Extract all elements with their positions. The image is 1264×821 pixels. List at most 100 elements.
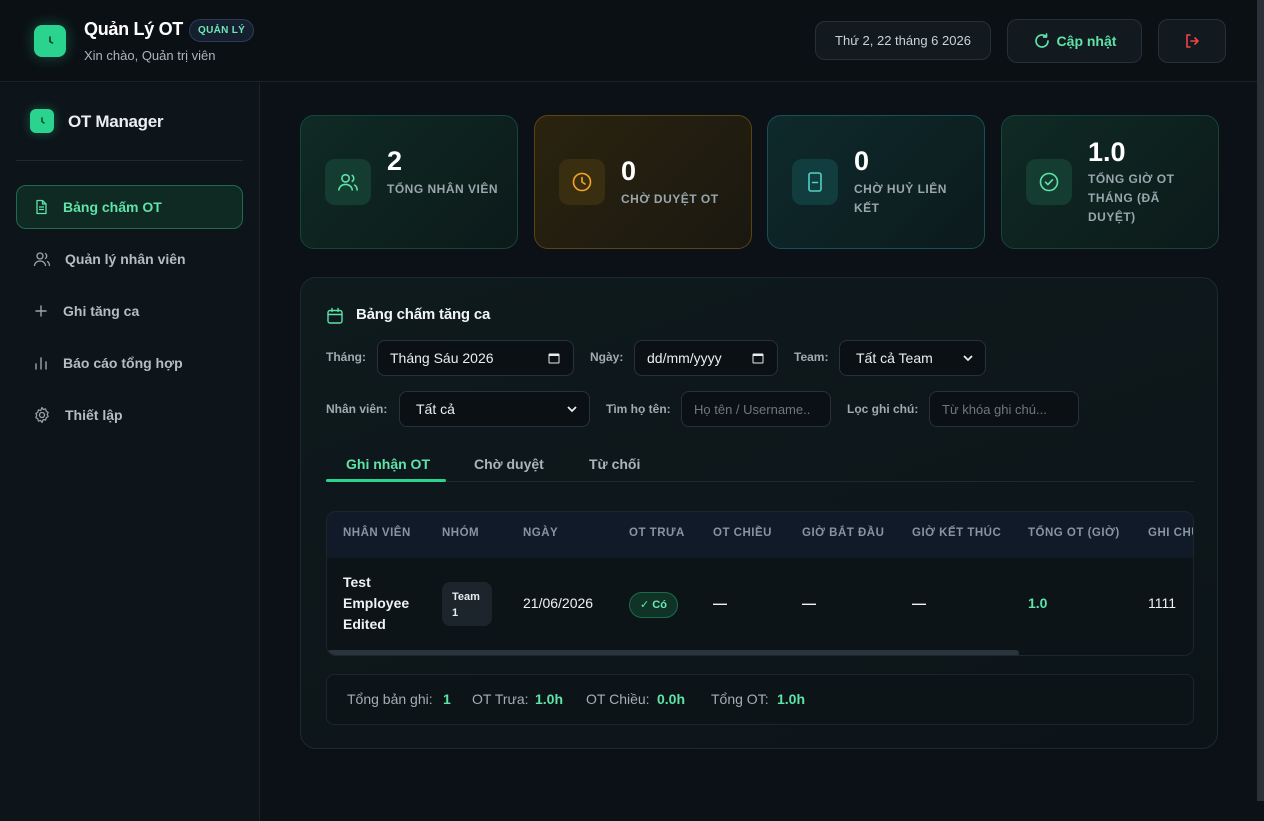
column-header[interactable]: OT CHIỀU	[713, 527, 772, 539]
current-date: Thứ 2, 22 tháng 6 2026	[815, 21, 991, 60]
total-value: 1.0h	[777, 691, 806, 707]
calendar-icon	[327, 307, 343, 324]
team-value: Tất cả Team	[856, 350, 933, 366]
document-icon	[36, 199, 47, 215]
stat-value: 2	[387, 146, 403, 176]
sidebar: OT Manager Bảng chấm OT Quản lý nhân viê…	[0, 83, 260, 821]
chevron-down-icon	[567, 406, 577, 413]
tab-recorded-ot[interactable]: Ghi nhận OT	[346, 456, 430, 472]
users-icon	[33, 252, 51, 267]
calendar-icon	[752, 353, 764, 364]
start-time: —	[802, 595, 816, 611]
column-header[interactable]: NGÀY	[523, 527, 558, 539]
month-picker[interactable]: Tháng Sáu 2026	[377, 340, 574, 376]
note-filter-label: Lọc ghi chú:	[847, 402, 919, 416]
month-label: Tháng:	[326, 350, 366, 364]
logout-button[interactable]	[1158, 19, 1226, 63]
column-header[interactable]: NHÓM	[442, 527, 479, 539]
noon-label: OT Trưa:	[472, 691, 529, 707]
team-label: Team:	[794, 350, 829, 364]
page-scrollbar[interactable]	[1257, 0, 1264, 801]
horizontal-scroll-thumb[interactable]	[327, 650, 1019, 655]
top-header: Quản Lý OT QUẢN LÝ Xin chào, Quản trị vi…	[0, 0, 1257, 82]
noon-value: 1.0h	[535, 691, 564, 707]
stat-label: TỔNG GIỜ OT THÁNG (ĐÃ DUYỆT)	[1088, 172, 1175, 224]
sidebar-item-ot-table[interactable]: Bảng chấm OT	[16, 185, 243, 229]
ot-table: NHÂN VIÊN NHÓM NGÀY OT TRƯA OT CHIỀU GIỜ…	[326, 511, 1194, 656]
calendar-icon	[548, 353, 560, 364]
total-label: Tổng OT:	[711, 691, 769, 707]
summary-bar: Tổng bản ghi: 1 OT Trưa: 1.0h OT Chiều: …	[326, 674, 1194, 725]
stat-value: 1.0	[1088, 137, 1126, 167]
sidebar-divider	[16, 160, 243, 161]
sidebar-item-employees[interactable]: Quản lý nhân viên	[16, 237, 243, 281]
table-header: NHÂN VIÊN NHÓM NGÀY OT TRƯA OT CHIỀU GIỜ…	[327, 512, 1193, 558]
stat-label: CHỜ HUỶ LIÊN KẾT	[854, 182, 947, 215]
column-header[interactable]: GHI CHÚ	[1148, 527, 1193, 539]
total-ot-hours: 1.0	[1028, 595, 1048, 611]
sidebar-item-label: Ghi tăng ca	[63, 303, 140, 319]
day-picker[interactable]: dd/mm/yyyy	[634, 340, 778, 376]
search-label: Tìm họ tên:	[606, 402, 671, 416]
search-placeholder: Họ tên / Username..	[694, 401, 811, 417]
note-filter-input[interactable]: Từ khóa ghi chú...	[929, 391, 1079, 427]
day-value: dd/mm/yyyy	[647, 350, 722, 366]
tab-pending[interactable]: Chờ duyệt	[474, 456, 544, 472]
refresh-button[interactable]: Cập nhật	[1007, 19, 1142, 63]
team-badge: Team 1	[442, 582, 492, 626]
stat-label: TỔNG NHÂN VIÊN	[387, 182, 499, 196]
stat-card-pending-ot: 0 CHỜ DUYỆT OT	[534, 115, 752, 249]
phone-icon	[792, 159, 838, 205]
column-header[interactable]: TỔNG OT (GIỜ)	[1028, 527, 1120, 539]
sidebar-logo	[30, 109, 54, 133]
clock-icon	[49, 36, 54, 44]
afternoon-label: OT Chiều:	[586, 691, 650, 707]
sidebar-item-label: Bảng chấm OT	[63, 199, 162, 215]
stat-card-total-employees: 2 TỔNG NHÂN VIÊN	[300, 115, 518, 249]
stat-label: CHỜ DUYỆT OT	[621, 192, 719, 206]
refresh-icon	[1034, 33, 1049, 48]
ot-panel: Bảng chấm tăng ca Tháng: Tháng Sáu 2026 …	[300, 277, 1218, 749]
column-header[interactable]: GIỜ KẾT THÚC	[912, 527, 1001, 539]
chevron-down-icon	[963, 355, 973, 362]
role-badge: QUẢN LÝ	[189, 19, 255, 42]
logout-icon	[1186, 34, 1199, 48]
employee-value: Tất cả	[416, 401, 455, 417]
ot-noon-badge: ✓ Có	[629, 592, 678, 618]
check-circle-icon	[1026, 159, 1072, 205]
sidebar-item-settings[interactable]: Thiết lập	[16, 393, 243, 437]
clock-icon	[41, 117, 45, 124]
column-header[interactable]: GIỜ BẮT ĐẦU	[802, 527, 884, 539]
app-title: Quản Lý OT	[84, 19, 184, 39]
app-logo	[34, 25, 66, 57]
active-tab-indicator	[326, 479, 446, 482]
stat-value: 0	[854, 146, 870, 176]
tab-rejected[interactable]: Từ chối	[589, 456, 640, 472]
note-cell: 1111	[1148, 595, 1177, 611]
name-search-input[interactable]: Họ tên / Username..	[681, 391, 831, 427]
month-value: Tháng Sáu 2026	[390, 350, 494, 366]
stat-card-pending-unlink: 0 CHỜ HUỶ LIÊN KẾT	[767, 115, 985, 249]
sidebar-item-reports[interactable]: Báo cáo tổng hợp	[16, 341, 243, 385]
sidebar-item-log-overtime[interactable]: Ghi tăng ca	[16, 289, 243, 333]
column-header[interactable]: NHÂN VIÊN	[343, 527, 411, 539]
team-select[interactable]: Tất cả Team	[839, 340, 986, 376]
stat-value: 0	[621, 156, 637, 186]
end-time: —	[912, 595, 926, 611]
users-icon	[325, 159, 371, 205]
bar-chart-icon	[35, 357, 47, 370]
sidebar-title: OT Manager	[68, 112, 164, 131]
refresh-label: Cập nhật	[1056, 33, 1117, 49]
sidebar-item-label: Quản lý nhân viên	[65, 251, 186, 267]
clock-icon	[559, 159, 605, 205]
records-label: Tổng bản ghi:	[347, 691, 433, 707]
ot-date: 21/06/2026	[523, 595, 594, 611]
employee-select[interactable]: Tất cả	[399, 391, 590, 427]
status-tabs: Ghi nhận OT Chờ duyệt Từ chối	[326, 448, 1194, 482]
ot-afternoon: —	[713, 595, 727, 611]
greeting-text: Xin chào, Quản trị viên	[84, 48, 216, 63]
afternoon-value: 0.0h	[657, 691, 686, 707]
plus-icon	[35, 305, 47, 317]
column-header[interactable]: OT TRƯA	[629, 527, 685, 539]
employee-label: Nhân viên:	[326, 402, 388, 416]
